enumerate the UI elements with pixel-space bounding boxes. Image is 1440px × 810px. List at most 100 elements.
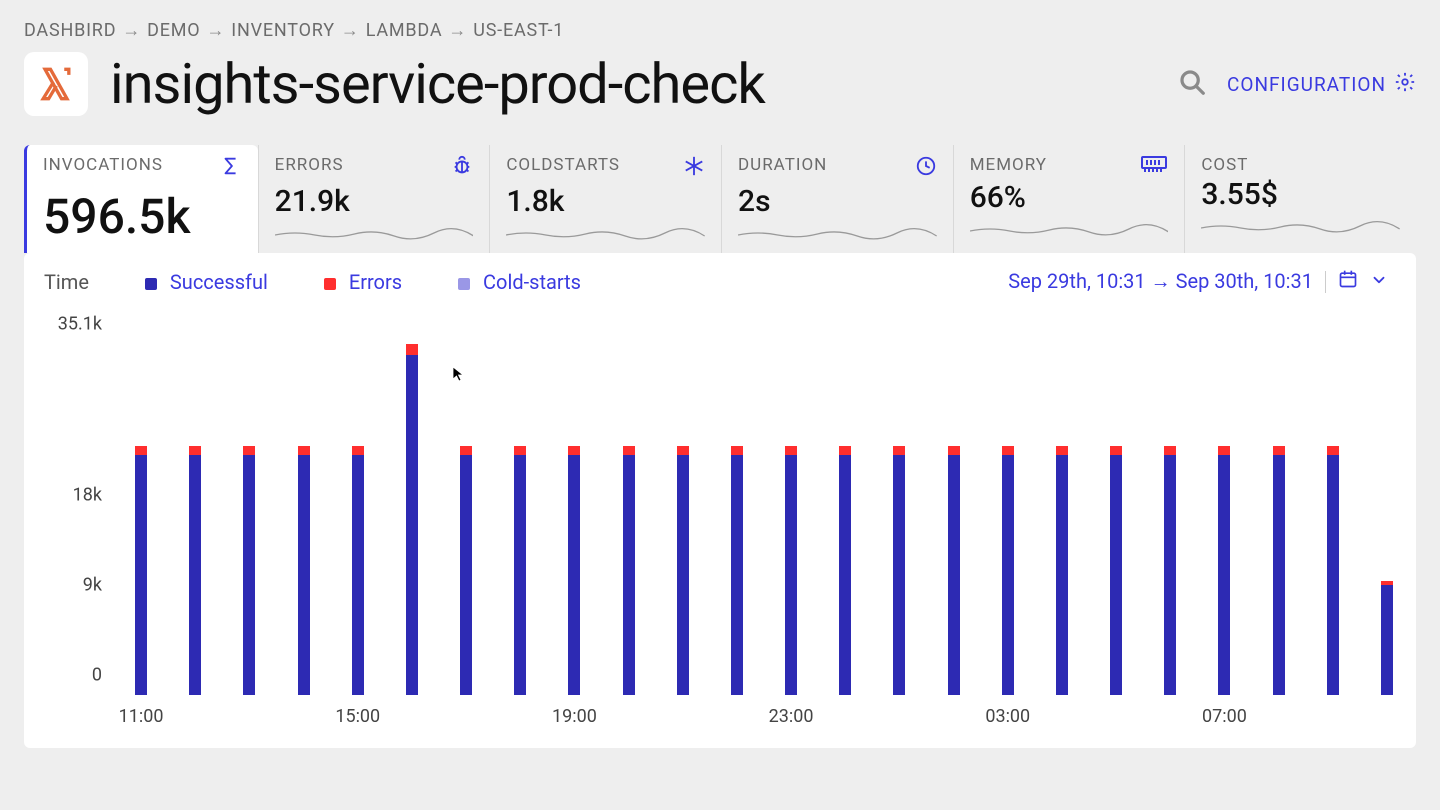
chart-bar[interactable]	[948, 446, 960, 695]
stat-label: COST	[1201, 155, 1248, 175]
chart-bar[interactable]	[623, 446, 635, 695]
bar-segment-successful	[514, 455, 526, 695]
breadcrumb-item[interactable]: US-EAST-1	[473, 20, 564, 41]
chart-bar[interactable]	[785, 446, 797, 695]
legend-item-errors[interactable]: Errors	[324, 270, 402, 294]
bar-segment-errors	[243, 446, 255, 455]
x-tick: 23:00	[769, 706, 814, 727]
bar-segment-errors	[731, 446, 743, 455]
bar-segment-successful	[1381, 585, 1393, 695]
page-title: insights-service-prod-check	[110, 51, 765, 117]
chart-bar[interactable]	[1110, 446, 1122, 695]
breadcrumb-item[interactable]: INVENTORY	[231, 20, 335, 41]
chart-bar[interactable]	[677, 446, 689, 695]
bar-segment-successful	[623, 455, 635, 695]
chart-bar[interactable]	[1273, 446, 1285, 695]
stat-card-errors[interactable]: ERRORS 21.9k	[258, 145, 490, 253]
legend-swatch	[324, 278, 336, 290]
chart-bar[interactable]	[189, 446, 201, 695]
stat-card-duration[interactable]: DURATION2s	[721, 145, 953, 253]
legend-label: Errors	[349, 270, 402, 294]
legend-time-label: Time	[44, 270, 89, 294]
chart-bar[interactable]	[298, 446, 310, 695]
configuration-label: CONFIGURATION	[1227, 73, 1386, 96]
lambda-icon	[24, 52, 88, 116]
chart-y-axis: 09k18k35.1k	[36, 316, 114, 696]
sigma-icon	[220, 155, 242, 182]
bar-segment-errors	[352, 446, 364, 455]
breadcrumb-item[interactable]: DASHBIRD	[24, 20, 116, 41]
breadcrumb-item[interactable]: LAMBDA	[366, 20, 443, 41]
chart-bar[interactable]	[1056, 446, 1068, 695]
stat-value: 3.55$	[1201, 177, 1400, 212]
bar-segment-successful	[1164, 455, 1176, 695]
bar-segment-errors	[189, 446, 201, 455]
date-range-control[interactable]: Sep 29th, 10:31 → Sep 30th, 10:31	[1008, 269, 1388, 294]
legend-item-coldstarts[interactable]: Cold-starts	[458, 270, 581, 294]
bar-segment-errors	[1164, 446, 1176, 455]
stat-card-memory[interactable]: MEMORY66%	[953, 145, 1185, 253]
calendar-icon	[1338, 269, 1358, 294]
stat-label: MEMORY	[970, 155, 1047, 175]
date-range-text: Sep 29th, 10:31 → Sep 30th, 10:31	[1008, 269, 1313, 294]
bar-segment-successful	[406, 355, 418, 695]
bar-segment-errors	[1056, 446, 1068, 455]
stat-value: 21.9k	[275, 184, 474, 219]
chart-bar[interactable]	[1327, 446, 1339, 695]
search-icon[interactable]	[1177, 67, 1207, 101]
bar-segment-errors	[893, 446, 905, 455]
stat-label: ERRORS	[275, 155, 344, 175]
bar-segment-successful	[135, 455, 147, 695]
chart-legend: Time Successful Errors Cold-starts	[44, 270, 581, 294]
chart-bar[interactable]	[406, 344, 418, 695]
legend-label: Cold-starts	[483, 270, 581, 294]
bar-segment-successful	[460, 455, 472, 695]
chart-bar[interactable]	[135, 446, 147, 695]
y-tick: 18k	[73, 485, 102, 506]
bar-segment-successful	[677, 455, 689, 695]
chart-bar[interactable]	[893, 446, 905, 695]
chart-bar[interactable]	[1164, 446, 1176, 695]
y-tick: 0	[92, 665, 102, 686]
chart-bar[interactable]	[243, 446, 255, 695]
bar-segment-successful	[1273, 455, 1285, 695]
stat-card-cost[interactable]: COST3.55$	[1184, 145, 1416, 253]
legend-swatch	[458, 278, 470, 290]
configuration-button[interactable]: CONFIGURATION	[1227, 71, 1416, 98]
breadcrumb-item[interactable]: DEMO	[147, 20, 200, 41]
bar-segment-errors	[1110, 446, 1122, 455]
bar-segment-successful	[1110, 455, 1122, 695]
legend-item-successful[interactable]: Successful	[145, 270, 268, 294]
mouse-cursor	[452, 366, 468, 382]
x-tick: 03:00	[985, 706, 1030, 727]
bar-segment-errors	[1327, 446, 1339, 455]
stat-label: INVOCATIONS	[43, 155, 163, 175]
bar-segment-successful	[785, 455, 797, 695]
chart-bar[interactable]	[352, 446, 364, 695]
chart-bar[interactable]	[1218, 446, 1230, 695]
chart-bar[interactable]	[731, 446, 743, 695]
snowflake-icon	[683, 155, 705, 182]
x-tick: 19:00	[552, 706, 597, 727]
chart-bar[interactable]	[1381, 581, 1393, 695]
x-tick: 11:00	[119, 706, 164, 727]
stat-value: 2s	[738, 184, 937, 219]
bar-segment-successful	[568, 455, 580, 695]
chart-plot-area[interactable]	[114, 316, 1396, 696]
stat-card-coldstarts[interactable]: COLDSTARTS1.8k	[489, 145, 721, 253]
bar-segment-successful	[352, 455, 364, 695]
chart-bar[interactable]	[514, 446, 526, 695]
stat-value: 1.8k	[506, 184, 705, 219]
chart-bar[interactable]	[839, 446, 851, 695]
legend-swatch	[145, 278, 157, 290]
x-tick: 07:00	[1202, 706, 1247, 727]
divider	[1325, 271, 1326, 293]
chart-bar[interactable]	[460, 446, 472, 695]
chart-bar[interactable]	[568, 446, 580, 695]
stat-card-invocations[interactable]: INVOCATIONS596.5k	[24, 145, 258, 253]
bar-segment-successful	[189, 455, 201, 695]
x-tick: 15:00	[335, 706, 380, 727]
legend-label: Successful	[170, 270, 268, 294]
chart-bar[interactable]	[1002, 446, 1014, 695]
bar-segment-successful	[1056, 455, 1068, 695]
